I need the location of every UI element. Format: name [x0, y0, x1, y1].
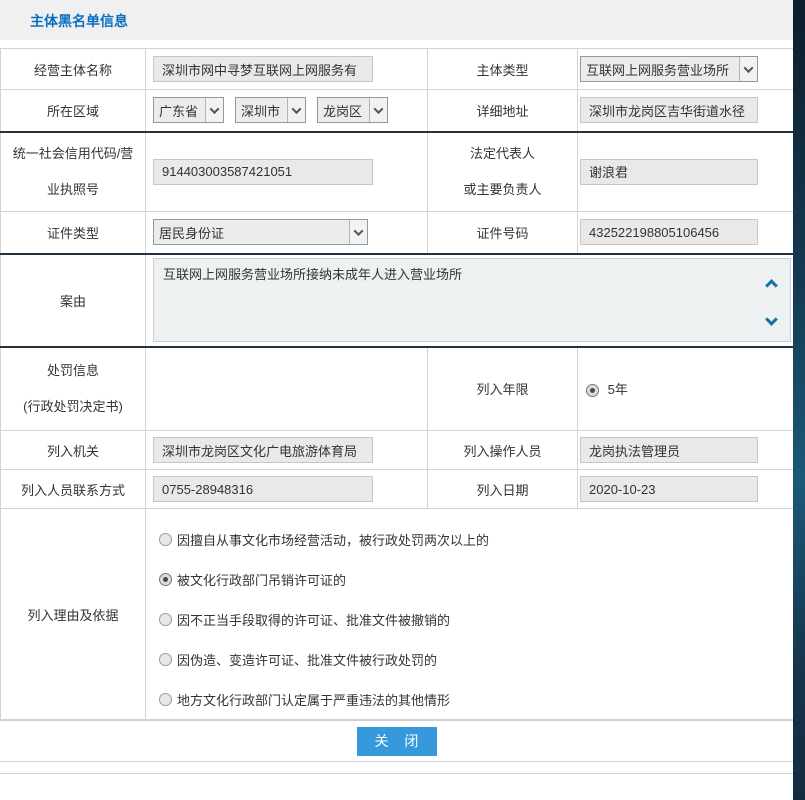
credit-code-label-line2: 业执照号: [1, 172, 145, 208]
row-case: 案由 互联网上网服务营业场所接纳未成年人进入营业场所: [1, 254, 794, 347]
blacklist-info-modal: 主体黑名单信息 经营主体名称 主体类型 互联网上网服务营业场所 所在区域 广东省: [0, 0, 805, 800]
region-label: 所在区域: [1, 90, 146, 132]
chevron-down-icon[interactable]: [739, 57, 757, 81]
reasons-label: 列入理由及依据: [1, 509, 146, 720]
reason-option[interactable]: 因不正当手段取得的许可证、批准文件被撤销的: [159, 599, 793, 639]
reason-radio-3[interactable]: [159, 613, 172, 626]
case-label: 案由: [1, 254, 146, 347]
reason-option[interactable]: 因伪造、变造许可证、批准文件被行政处罚的: [159, 639, 793, 679]
reason-radio-5[interactable]: [159, 693, 172, 706]
city-select[interactable]: 深圳市: [235, 97, 306, 123]
district-value: 龙岗区: [318, 101, 369, 120]
penalty-info-label-line1: 处罚信息: [1, 353, 145, 389]
cert-type-value: 居民身份证: [154, 223, 349, 242]
listing-date-label: 列入日期: [428, 470, 578, 509]
legal-rep-label-line2: 或主要负责人: [428, 172, 577, 208]
reason-radio-1[interactable]: [159, 533, 172, 546]
subject-type-select[interactable]: 互联网上网服务营业场所: [580, 56, 758, 82]
legal-rep-label: 法定代表人 或主要负责人: [428, 132, 578, 212]
header-spacer: [0, 40, 805, 48]
button-row: 关 闭: [0, 720, 793, 762]
row-business-name: 经营主体名称 主体类型 互联网上网服务营业场所: [1, 49, 794, 90]
reason-option-label: 因伪造、变造许可证、批准文件被行政处罚的: [177, 650, 437, 669]
row-listing-org: 列入机关 列入操作人员: [1, 431, 794, 470]
modal-header: 主体黑名单信息: [0, 0, 793, 40]
cert-no-label: 证件号码: [428, 212, 578, 254]
listing-date-input[interactable]: [580, 476, 758, 502]
cert-no-input[interactable]: [580, 219, 758, 245]
listing-operator-label: 列入操作人员: [428, 431, 578, 470]
penalty-info-label: 处罚信息 (行政处罚决定书): [1, 347, 146, 431]
penalty-info-label-line2: (行政处罚决定书): [1, 389, 145, 425]
credit-code-label-line1: 统一社会信用代码/营: [1, 136, 145, 172]
reasons-options: 因擅自从事文化市场经营活动，被行政处罚两次以上的 被文化行政部门吊销许可证的 因…: [153, 509, 793, 719]
case-textarea[interactable]: 互联网上网服务营业场所接纳未成年人进入营业场所: [153, 258, 791, 342]
reason-option-label: 因擅自从事文化市场经营活动，被行政处罚两次以上的: [177, 530, 489, 549]
row-contact: 列入人员联系方式 列入日期: [1, 470, 794, 509]
listing-years-radio[interactable]: [586, 384, 599, 397]
city-value: 深圳市: [236, 101, 287, 120]
reason-option-label: 因不正当手段取得的许可证、批准文件被撤销的: [177, 610, 450, 629]
divider-band: [0, 762, 793, 774]
listing-org-input[interactable]: [153, 437, 373, 463]
listing-operator-input[interactable]: [580, 437, 758, 463]
reason-option-label: 地方文化行政部门认定属于严重违法的其他情形: [177, 690, 450, 709]
chevron-down-icon[interactable]: [287, 98, 305, 122]
credit-code-input[interactable]: [153, 159, 373, 185]
chevron-down-icon[interactable]: [767, 315, 779, 327]
listing-years-label: 列入年限: [428, 347, 578, 431]
page-title: 主体黑名单信息: [0, 0, 128, 31]
listing-org-label: 列入机关: [1, 431, 146, 470]
chevron-up-icon[interactable]: [767, 277, 779, 289]
reason-radio-4[interactable]: [159, 653, 172, 666]
row-cert: 证件类型 居民身份证 证件号码: [1, 212, 794, 254]
right-edge-strip: [793, 0, 805, 800]
reason-option[interactable]: 因擅自从事文化市场经营活动，被行政处罚两次以上的: [159, 519, 793, 559]
chevron-down-icon[interactable]: [349, 220, 367, 244]
cert-type-label: 证件类型: [1, 212, 146, 254]
close-button[interactable]: 关 闭: [357, 727, 437, 756]
legal-rep-label-line1: 法定代表人: [428, 136, 577, 172]
bottom-spacer: [0, 774, 805, 800]
penalty-info-cell: [146, 347, 428, 431]
subject-type-label: 主体类型: [428, 49, 578, 90]
row-region: 所在区域 广东省 深圳市 龙岗区 详细地址: [1, 90, 794, 132]
reason-option[interactable]: 地方文化行政部门认定属于严重违法的其他情形: [159, 679, 793, 719]
district-select[interactable]: 龙岗区: [317, 97, 388, 123]
case-text: 互联网上网服务营业场所接纳未成年人进入营业场所: [163, 267, 462, 282]
business-name-label: 经营主体名称: [1, 49, 146, 90]
address-label: 详细地址: [428, 90, 578, 132]
credit-code-label: 统一社会信用代码/营 业执照号: [1, 132, 146, 212]
chevron-down-icon[interactable]: [369, 98, 387, 122]
reason-option[interactable]: 被文化行政部门吊销许可证的: [159, 559, 793, 599]
business-name-input[interactable]: [153, 56, 373, 82]
row-penalty: 处罚信息 (行政处罚决定书) 列入年限 5年: [1, 347, 794, 431]
province-select[interactable]: 广东省: [153, 97, 224, 123]
address-input[interactable]: [580, 97, 758, 123]
subject-type-value: 互联网上网服务营业场所: [581, 60, 739, 79]
reason-option-label: 被文化行政部门吊销许可证的: [177, 570, 346, 589]
blacklist-form-table: 经营主体名称 主体类型 互联网上网服务营业场所 所在区域 广东省 深圳市: [0, 48, 794, 720]
legal-rep-input[interactable]: [580, 159, 758, 185]
row-credit-code: 统一社会信用代码/营 业执照号 法定代表人 或主要负责人: [1, 132, 794, 212]
chevron-down-icon[interactable]: [205, 98, 223, 122]
listing-years-option: 5年: [608, 382, 628, 397]
contact-label: 列入人员联系方式: [1, 470, 146, 509]
reason-radio-2[interactable]: [159, 573, 172, 586]
row-reasons: 列入理由及依据 因擅自从事文化市场经营活动，被行政处罚两次以上的 被文化行政部门…: [1, 509, 794, 720]
contact-input[interactable]: [153, 476, 373, 502]
cert-type-select[interactable]: 居民身份证: [153, 219, 368, 245]
province-value: 广东省: [154, 101, 205, 120]
